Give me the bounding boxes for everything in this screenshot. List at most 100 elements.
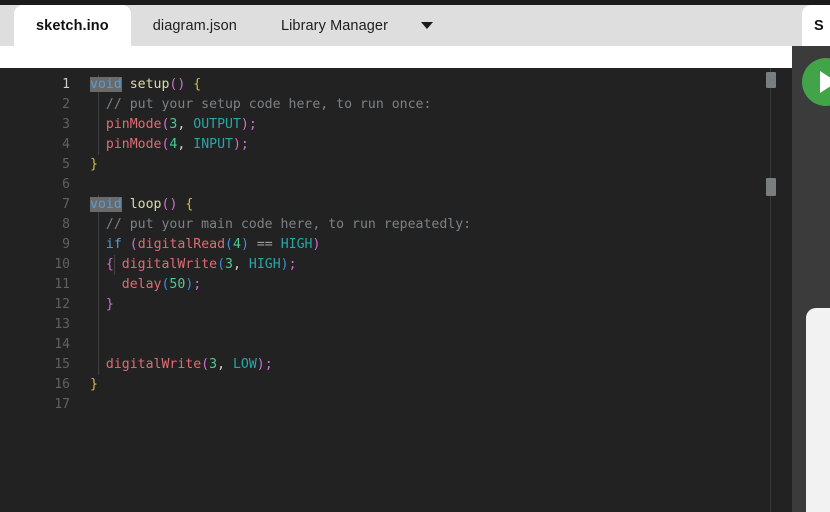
scrollbar-marker (766, 72, 776, 88)
code-token: // put your setup code here, to run once… (105, 97, 432, 112)
code-token: LOW (232, 357, 257, 372)
sim-body (792, 46, 830, 512)
code-token: ) (240, 237, 249, 252)
line-number: 6 (62, 177, 70, 192)
editor-scrollbar-track[interactable] (766, 68, 784, 512)
code-token: 3 (225, 257, 233, 272)
code-token: if (105, 237, 122, 252)
code-token: ; (240, 137, 249, 152)
code-token: digitalRead (137, 237, 226, 252)
line-number: 12 (54, 297, 70, 312)
code-token: delay (121, 277, 162, 292)
tab-library-manager[interactable]: Library Manager (259, 5, 410, 46)
chevron-down-icon (421, 22, 434, 29)
code-token: ) (240, 117, 249, 132)
code-token: 3 (209, 357, 218, 372)
code-line[interactable]: digitalWrite(3, LOW); (90, 355, 273, 375)
code-token: ( (217, 257, 226, 272)
tab-sketch-ino[interactable]: sketch.ino (14, 5, 131, 46)
line-number: 16 (54, 377, 70, 392)
line-number: 4 (62, 137, 70, 152)
code-token: pinMode (105, 117, 162, 132)
code-line[interactable]: if (digitalRead(4) == HIGH) (90, 235, 321, 255)
line-number-gutter: 1 2 3 4 5 6 7 8 9 10 11 12 13 14 15 16 1… (0, 68, 70, 512)
code-line[interactable]: void loop() { (90, 195, 193, 215)
code-token: ) (232, 137, 241, 152)
tab-simulation[interactable]: S (802, 5, 830, 46)
code-token: ) (280, 257, 289, 272)
code-token: pinMode (105, 137, 162, 152)
code-token: ; (248, 117, 257, 132)
line-number: 7 (62, 197, 70, 212)
sim-canvas-card (806, 308, 830, 512)
code-token: { (185, 197, 194, 212)
code-line[interactable]: void setup() { (90, 75, 201, 95)
tab-diagram-json[interactable]: diagram.json (131, 5, 259, 46)
code-line[interactable]: } (90, 295, 114, 315)
code-token: ; (264, 357, 273, 372)
line-number: 15 (54, 357, 70, 372)
simulation-panel: S (792, 0, 830, 512)
line-number: 2 (62, 97, 70, 112)
code-token: setup (129, 77, 170, 92)
code-token: INPUT (193, 137, 233, 152)
line-number: 8 (62, 217, 70, 232)
code-token: // put your main code here, to run repea… (105, 217, 472, 232)
line-number: 17 (54, 397, 70, 412)
code-line[interactable]: pinMode(4, INPUT); (90, 135, 249, 155)
code-editor[interactable]: 1 2 3 4 5 6 7 8 9 10 11 12 13 14 15 16 1… (0, 68, 792, 512)
code-token: , (177, 137, 194, 152)
code-line[interactable]: // put your setup code here, to run once… (90, 95, 432, 115)
tab-label: diagram.json (152, 17, 237, 34)
simulator-window: sketch.ino diagram.json Library Manager … (0, 0, 830, 512)
code-token: , (217, 357, 233, 372)
code-token: 50 (169, 277, 186, 292)
line-number: 9 (62, 237, 70, 252)
code-token: { (193, 77, 202, 92)
code-content[interactable]: void setup() { // put your setup code he… (70, 68, 770, 512)
code-line[interactable]: delay(50); (90, 275, 201, 295)
code-token: , (232, 257, 249, 272)
code-token: digitalWrite (105, 357, 202, 372)
editor-tab-bar: sketch.ino diagram.json Library Manager (0, 5, 792, 46)
code-token: ) (256, 357, 265, 372)
code-token: { (105, 257, 114, 272)
line-number: 5 (62, 157, 70, 172)
code-line[interactable]: } (90, 375, 98, 395)
code-line[interactable]: } (90, 155, 98, 175)
editor-panel: sketch.ino diagram.json Library Manager … (0, 5, 792, 512)
tab-label: S (814, 17, 824, 34)
code-token: } (90, 157, 98, 172)
line-number: 13 (54, 317, 70, 332)
code-token: ( (129, 237, 138, 252)
scrollbar-thumb[interactable] (766, 178, 776, 196)
code-token: == (256, 237, 273, 252)
code-line[interactable]: pinMode(3, OUTPUT); (90, 115, 257, 135)
run-simulation-button[interactable] (802, 58, 830, 106)
code-token: digitalWrite (121, 257, 218, 272)
line-number: 10 (54, 257, 70, 272)
code-token: 4 (232, 237, 241, 252)
line-number: 3 (62, 117, 70, 132)
code-token: loop (129, 197, 162, 212)
play-icon (820, 71, 830, 93)
tab-overflow-button[interactable] (410, 5, 444, 46)
code-token: HIGH (280, 237, 313, 252)
code-line[interactable]: { digitalWrite(3, HIGH); (90, 255, 297, 275)
code-token: ) (312, 237, 321, 252)
code-line[interactable]: // put your main code here, to run repea… (90, 215, 471, 235)
code-token: ( (201, 357, 210, 372)
code-token: HIGH (248, 257, 281, 272)
